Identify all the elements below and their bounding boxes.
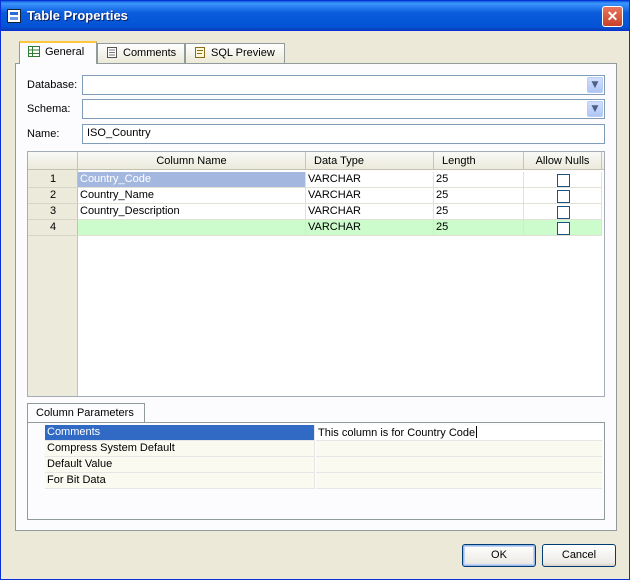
tab-sql-preview-label: SQL Preview (211, 47, 275, 59)
parameter-row[interactable]: Compress System Default (45, 441, 602, 457)
tab-general-label: General (45, 46, 85, 58)
header-length[interactable]: Length (434, 152, 524, 170)
schema-label: Schema: (27, 103, 71, 115)
parameter-name[interactable]: Comments (45, 425, 315, 441)
header-column-name[interactable]: Column Name (78, 152, 306, 170)
ok-button-label: OK (491, 549, 507, 561)
parameter-row[interactable]: For Bit Data (45, 473, 602, 489)
tab-comments-label: Comments (123, 47, 177, 59)
cell-length[interactable]: 25 (434, 204, 524, 220)
parameter-row[interactable]: Default Value (45, 457, 602, 473)
allow-nulls-checkbox[interactable] (557, 222, 570, 235)
cell-column-name[interactable]: Country_Name (78, 188, 306, 204)
cell-allow-nulls (524, 204, 602, 220)
parameter-value[interactable] (316, 473, 602, 489)
table-app-icon (7, 9, 21, 23)
parameter-name[interactable]: Compress System Default (45, 441, 315, 457)
cell-length[interactable]: 25 (434, 220, 524, 236)
row-number[interactable]: 1 (28, 172, 78, 188)
header-data-type[interactable]: Data Type (306, 152, 434, 170)
allow-nulls-checkbox[interactable] (557, 190, 570, 203)
grid-header: Column Name Data Type Length Allow Nulls (28, 152, 604, 170)
parameter-row[interactable]: Comments This column is for Country Code (45, 425, 602, 441)
tab-column-parameters[interactable]: Column Parameters (27, 403, 145, 423)
allow-nulls-checkbox[interactable] (557, 206, 570, 219)
cell-length[interactable]: 25 (434, 172, 524, 188)
cancel-button[interactable]: Cancel (542, 544, 616, 567)
columns-grid: Column Name Data Type Length Allow Nulls… (27, 151, 605, 397)
table-row[interactable]: 1 Country_Code VARCHAR 25 (28, 172, 604, 188)
column-parameters-panel: Comments This column is for Country Code… (27, 422, 605, 520)
text-caret (476, 426, 478, 438)
chevron-down-icon[interactable]: ▼ (587, 101, 603, 117)
sql-script-icon (195, 47, 205, 58)
cell-data-type[interactable]: VARCHAR (306, 204, 434, 220)
name-label: Name: (27, 128, 60, 140)
cell-allow-nulls (524, 172, 602, 188)
window-title: Table Properties (27, 8, 128, 23)
table-properties-dialog: Table Properties ✕ General Comments SQL … (0, 0, 630, 580)
title-bar[interactable]: Table Properties ✕ (1, 1, 629, 31)
chevron-down-icon[interactable]: ▼ (587, 77, 603, 93)
cell-column-name[interactable]: Country_Description (78, 204, 306, 220)
row-number[interactable]: 3 (28, 204, 78, 220)
cell-allow-nulls (524, 220, 602, 236)
column-parameters-table: Comments This column is for Country Code… (45, 425, 602, 489)
parameter-name[interactable]: For Bit Data (45, 473, 315, 489)
cell-data-type[interactable]: VARCHAR (306, 188, 434, 204)
ok-button[interactable]: OK (462, 544, 536, 567)
corner-header-cell (28, 152, 78, 170)
parameter-value[interactable] (316, 457, 602, 473)
schema-combobox[interactable]: ▼ (82, 99, 605, 119)
parameter-name[interactable]: Default Value (45, 457, 315, 473)
cell-column-name[interactable]: Country_Code (78, 172, 306, 188)
tab-general[interactable]: General (19, 41, 97, 64)
notepad-icon (107, 47, 117, 58)
close-button[interactable]: ✕ (602, 6, 623, 27)
cell-column-name[interactable] (78, 220, 306, 236)
cell-allow-nulls (524, 188, 602, 204)
parameter-value[interactable] (316, 441, 602, 457)
parameter-value: This column is for Country Code (318, 427, 476, 439)
database-combobox[interactable]: ▼ (82, 75, 605, 95)
tab-sql-preview[interactable]: SQL Preview (185, 43, 285, 63)
cell-length[interactable]: 25 (434, 188, 524, 204)
allow-nulls-checkbox[interactable] (557, 174, 570, 187)
database-label: Database: (27, 79, 78, 91)
cell-data-type[interactable]: VARCHAR (306, 172, 434, 188)
row-number[interactable]: 4 (28, 220, 78, 236)
parameter-value-input[interactable]: This column is for Country Code (316, 425, 602, 441)
name-input[interactable]: ISO_Country (82, 124, 605, 144)
table-row[interactable]: 3 Country_Description VARCHAR 25 (28, 204, 604, 220)
cell-data-type[interactable]: VARCHAR (306, 220, 434, 236)
row-number[interactable]: 2 (28, 188, 78, 204)
cancel-button-label: Cancel (561, 549, 597, 561)
grid-icon (28, 46, 40, 57)
table-row[interactable]: 2 Country_Name VARCHAR 25 (28, 188, 604, 204)
tab-comments[interactable]: Comments (97, 43, 185, 63)
header-allow-nulls[interactable]: Allow Nulls (524, 152, 602, 170)
table-row[interactable]: 4 VARCHAR 25 (28, 220, 604, 236)
